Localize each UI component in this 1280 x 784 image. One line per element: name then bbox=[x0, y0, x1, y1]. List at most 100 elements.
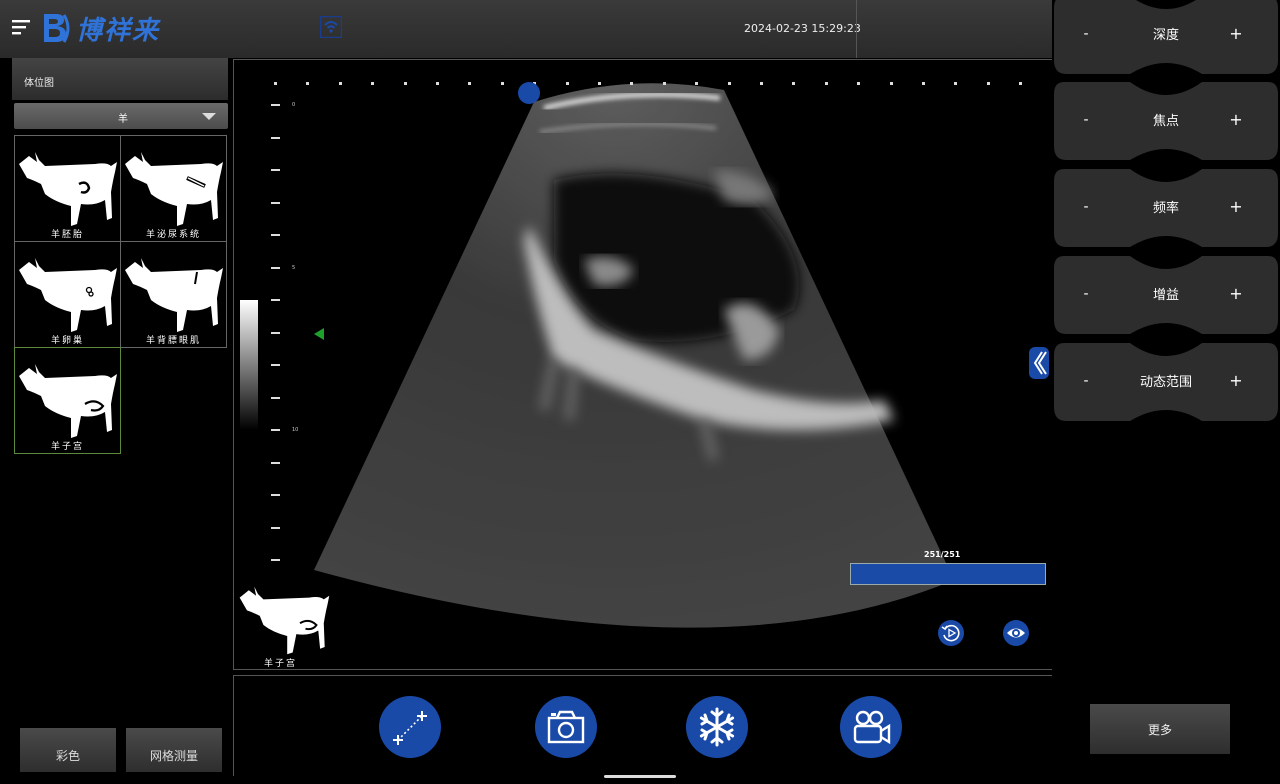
frequency-label: 频率 bbox=[1152, 201, 1179, 216]
gain-decrease-button[interactable]: - bbox=[1076, 286, 1096, 306]
focus-label: 焦点 bbox=[1152, 114, 1179, 129]
measure-icon bbox=[393, 711, 427, 745]
grayscale-bar bbox=[240, 300, 258, 430]
cine-progress-bar[interactable] bbox=[850, 563, 1046, 585]
bodymark-goat-ovary[interactable]: 羊卵巢 bbox=[14, 241, 121, 348]
cine-frame-counter: 251/251 bbox=[924, 550, 961, 559]
camera-icon bbox=[547, 710, 585, 744]
active-bodymark[interactable]: 羊子宫 bbox=[234, 572, 334, 669]
replay-button[interactable] bbox=[938, 620, 964, 646]
depth-tick bbox=[271, 234, 280, 236]
gain-increase-button[interactable]: + bbox=[1226, 284, 1246, 306]
control-frequency: - 频率 + bbox=[1054, 169, 1278, 249]
brand-logo: 博祥来 bbox=[40, 8, 160, 48]
bodymark-label: 羊泌尿系统 bbox=[145, 230, 201, 240]
lateral-tick bbox=[922, 82, 925, 85]
screenshot-button[interactable] bbox=[535, 696, 597, 758]
species-value: 羊 bbox=[118, 114, 128, 125]
record-video-button[interactable] bbox=[840, 696, 902, 758]
lateral-tick bbox=[565, 82, 569, 85]
menu-icon[interactable] bbox=[12, 18, 32, 36]
depth-label-10: 10 bbox=[292, 427, 299, 433]
control-depth: - 深度 + bbox=[1054, 0, 1278, 76]
lateral-tick bbox=[954, 82, 958, 85]
lateral-tick bbox=[760, 82, 763, 85]
bodymark-goat-backfat[interactable]: 羊背膘眼肌 bbox=[120, 241, 227, 348]
left-panel: 体位图 羊 羊胚胎 羊泌尿系统 羊卵巢 羊背膘眼肌 羊子宫 彩色 网格测量 bbox=[0, 58, 230, 784]
frequency-decrease-button[interactable]: - bbox=[1076, 199, 1096, 219]
lateral-tick bbox=[500, 82, 504, 85]
bodymark-goat-urinary[interactable]: 羊泌尿系统 bbox=[120, 135, 227, 242]
more-button[interactable]: 更多 bbox=[1090, 704, 1230, 754]
lateral-tick bbox=[630, 82, 634, 85]
bodymark-label: 羊子宫 bbox=[50, 442, 84, 452]
eye-icon bbox=[1007, 628, 1025, 638]
gain-label: 增益 bbox=[1152, 288, 1179, 303]
dynamic-range-decrease-button[interactable]: - bbox=[1076, 373, 1096, 393]
lateral-tick bbox=[403, 82, 407, 85]
depth-tick bbox=[271, 104, 280, 106]
depth-tick bbox=[271, 364, 280, 366]
lateral-tick bbox=[662, 82, 666, 85]
goat-silhouette-icon bbox=[125, 258, 223, 332]
control-focus: - 焦点 + bbox=[1054, 82, 1278, 162]
datetime: 2024-02-23 15:29:23 bbox=[744, 22, 861, 35]
depth-tick bbox=[271, 559, 280, 561]
bodymark-label: 羊卵巢 bbox=[50, 336, 84, 346]
top-bar: 博祥来 2024-02-23 15:29:23 bbox=[0, 0, 1052, 58]
bodymark-goat-uterus[interactable]: 羊子宫 bbox=[14, 347, 121, 454]
dropdown-arrow-icon bbox=[202, 113, 216, 120]
depth-tick bbox=[271, 429, 280, 431]
ultrasound-image-area[interactable]: 0 5 10 251/251 羊子宫 bbox=[233, 59, 1053, 670]
focus-increase-button[interactable]: + bbox=[1226, 110, 1246, 132]
depth-increase-button[interactable]: + bbox=[1226, 24, 1246, 46]
dynamic-range-label: 动态范围 bbox=[1139, 375, 1192, 390]
focus-decrease-button[interactable]: - bbox=[1076, 112, 1096, 132]
bodymark-panel-header: 体位图 bbox=[12, 58, 228, 100]
topbar-divider bbox=[856, 0, 857, 58]
depth-tick bbox=[271, 526, 280, 529]
measure-button[interactable] bbox=[379, 696, 441, 758]
bodymark-label: 羊胚胎 bbox=[50, 230, 84, 240]
right-panel: - 深度 + - 焦点 + - 频率 + - 增益 + - 动态范围 + 更多 bbox=[1052, 0, 1280, 784]
frequency-increase-button[interactable]: + bbox=[1226, 197, 1246, 219]
goat-silhouette-icon bbox=[19, 364, 117, 438]
bodymark-label: 羊背膘眼肌 bbox=[145, 336, 201, 346]
lateral-tick bbox=[792, 82, 796, 85]
video-camera-icon bbox=[853, 710, 891, 745]
bottom-toolbar bbox=[233, 675, 1053, 776]
color-mode-button[interactable]: 彩色 bbox=[20, 728, 116, 772]
replay-icon bbox=[941, 624, 960, 642]
focus-marker[interactable] bbox=[314, 328, 324, 340]
control-dynamic-range: - 动态范围 + bbox=[1054, 343, 1278, 423]
collapse-panel-icon[interactable] bbox=[1028, 346, 1050, 380]
depth-tick bbox=[271, 461, 280, 464]
depth-tick bbox=[271, 169, 280, 171]
goat-silhouette-icon bbox=[19, 258, 117, 332]
home-indicator[interactable] bbox=[604, 775, 676, 778]
lateral-tick bbox=[727, 82, 731, 85]
lateral-tick bbox=[338, 82, 342, 85]
lateral-tick bbox=[857, 82, 861, 85]
bodymark-goat-embryo[interactable]: 羊胚胎 bbox=[14, 135, 121, 242]
lateral-tick bbox=[371, 82, 375, 85]
bodymark-panel-title: 体位图 bbox=[24, 78, 54, 89]
lateral-tick bbox=[598, 82, 601, 85]
depth-label-0: 0 bbox=[292, 102, 296, 108]
freeze-button[interactable] bbox=[686, 696, 748, 758]
depth-tick bbox=[271, 136, 280, 139]
brand-name: 博祥来 bbox=[76, 15, 161, 46]
active-bodymark-label: 羊子宫 bbox=[264, 659, 298, 669]
species-select[interactable]: 羊 bbox=[14, 103, 228, 129]
dynamic-range-increase-button[interactable]: + bbox=[1226, 371, 1246, 393]
view-toggle-button[interactable] bbox=[1003, 620, 1029, 646]
goat-silhouette-icon bbox=[19, 152, 117, 226]
depth-decrease-button[interactable]: - bbox=[1076, 26, 1096, 46]
depth-tick bbox=[271, 494, 280, 496]
probe-orientation-marker bbox=[518, 82, 540, 104]
depth-label-5: 5 bbox=[292, 265, 296, 271]
lateral-tick bbox=[1019, 82, 1023, 85]
grid-measure-button[interactable]: 网格测量 bbox=[126, 728, 222, 772]
lateral-tick bbox=[274, 82, 277, 85]
lateral-tick bbox=[306, 82, 310, 85]
